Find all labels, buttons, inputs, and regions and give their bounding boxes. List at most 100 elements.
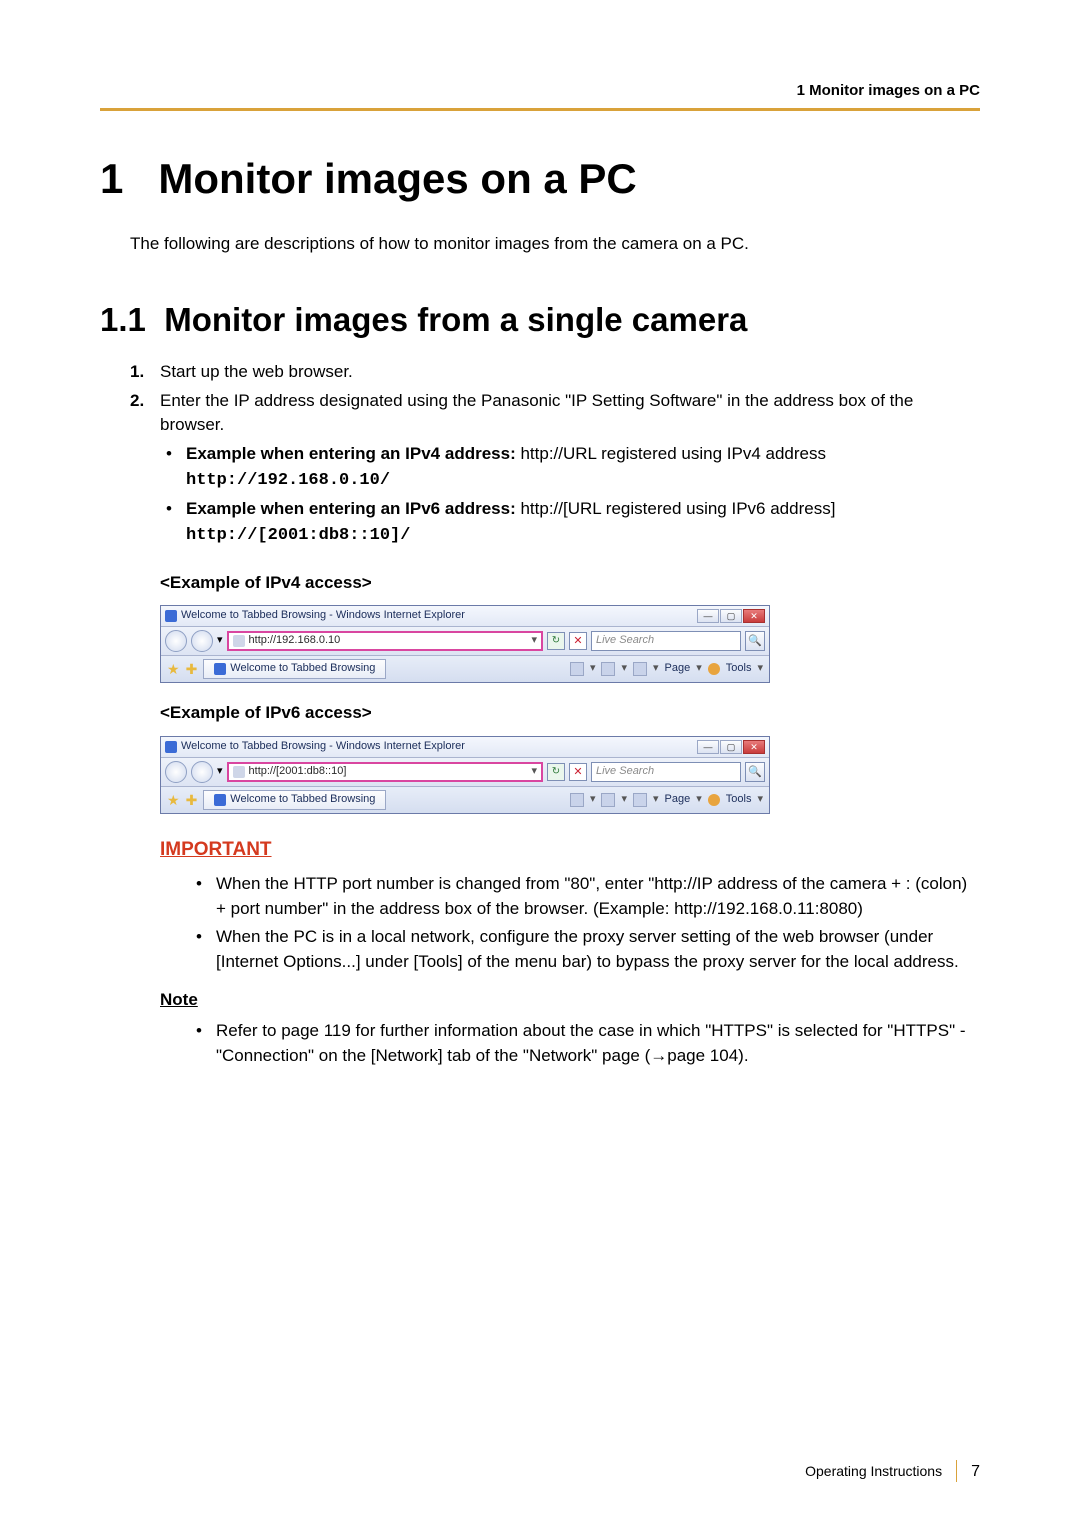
ipv6-example-heading: <Example of IPv6 access>	[160, 701, 980, 726]
close-button[interactable]: ✕	[743, 740, 765, 754]
ie-tab-row: ★ ✚ Welcome to Tabbed Browsing ▾ ▾ ▾ Pag…	[161, 656, 769, 682]
feeds-icon[interactable]	[601, 793, 615, 807]
minimize-button[interactable]: —	[697, 740, 719, 754]
footer-label: Operating Instructions	[805, 1461, 942, 1481]
page-menu[interactable]: Page	[665, 792, 691, 808]
ie-title: Welcome to Tabbed Browsing - Windows Int…	[165, 739, 465, 755]
home-icon[interactable]	[570, 793, 584, 807]
print-icon[interactable]	[633, 793, 647, 807]
header-rule	[100, 108, 980, 111]
feeds-icon[interactable]	[601, 662, 615, 676]
example-item: • Example when entering an IPv6 address:…	[160, 497, 980, 548]
ie-address-row: ▾ http://[2001:db8::10] ▾ ↻ ✕ Live Searc…	[161, 758, 769, 787]
favorites-star-icon[interactable]: ★	[167, 659, 180, 679]
address-dropdown-icon[interactable]: ▾	[531, 764, 537, 780]
intro-paragraph: The following are descriptions of how to…	[130, 232, 980, 257]
page-footer: Operating Instructions 7	[805, 1460, 980, 1483]
forward-button[interactable]	[191, 761, 213, 783]
dropdown-icon[interactable]: ▾	[653, 661, 659, 677]
address-input[interactable]: http://192.168.0.10 ▾	[227, 631, 543, 651]
back-button[interactable]	[165, 761, 187, 783]
note-item: •Refer to page 119 for further informati…	[190, 1019, 980, 1068]
step-text: Start up the web browser.	[160, 360, 980, 385]
refresh-button[interactable]: ↻	[547, 632, 565, 650]
chapter-text: Monitor images on a PC	[158, 155, 636, 202]
note-heading: Note	[160, 988, 980, 1013]
browser-tab[interactable]: Welcome to Tabbed Browsing	[203, 790, 386, 810]
step-number: 2.	[130, 389, 160, 553]
dropdown-icon[interactable]: ▾	[590, 792, 596, 808]
forward-button[interactable]	[191, 630, 213, 652]
search-button[interactable]: 🔍	[745, 631, 765, 651]
chapter-title: 1 Monitor images on a PC	[100, 149, 980, 210]
tab-ie-icon	[214, 794, 226, 806]
add-favorites-icon[interactable]: ✚	[186, 790, 198, 810]
important-text: When the PC is in a local network, confi…	[216, 925, 980, 974]
nav-dropdown[interactable]: ▾	[217, 764, 223, 780]
note-list: •Refer to page 119 for further informati…	[190, 1019, 980, 1068]
important-item: •When the HTTP port number is changed fr…	[190, 872, 980, 921]
ie-icon	[165, 610, 177, 622]
ie-screenshot-ipv6: Welcome to Tabbed Browsing - Windows Int…	[160, 736, 770, 814]
tools-menu[interactable]: Tools	[726, 792, 752, 808]
step-list: 1. Start up the web browser. 2. Enter th…	[130, 360, 980, 552]
ie-tab-row: ★ ✚ Welcome to Tabbed Browsing ▾ ▾ ▾ Pag…	[161, 787, 769, 813]
dropdown-icon[interactable]: ▾	[621, 792, 627, 808]
maximize-button[interactable]: ▢	[720, 740, 742, 754]
tab-label: Welcome to Tabbed Browsing	[230, 661, 375, 677]
ie-titlebar: Welcome to Tabbed Browsing - Windows Int…	[161, 737, 769, 758]
page-menu[interactable]: Page	[665, 661, 691, 677]
running-header: 1 Monitor images on a PC	[100, 80, 980, 108]
dropdown-icon[interactable]: ▾	[653, 792, 659, 808]
section-title: 1.1 Monitor images from a single camera	[100, 296, 980, 344]
note-text: Refer to page 119 for further informatio…	[216, 1019, 980, 1068]
ie-screenshot-ipv4: Welcome to Tabbed Browsing - Windows Int…	[160, 605, 770, 683]
example-code: http://[2001:db8::10]/	[186, 526, 410, 545]
ie-toolbar: ▾ ▾ ▾ Page▾ Tools▾	[570, 661, 763, 677]
section-text: Monitor images from a single camera	[164, 301, 747, 338]
favorites-star-icon[interactable]: ★	[167, 790, 180, 810]
tools-menu[interactable]: Tools	[726, 661, 752, 677]
step-text: Enter the IP address designated using th…	[160, 389, 980, 553]
tab-ie-icon	[214, 663, 226, 675]
ie-address-row: ▾ http://192.168.0.10 ▾ ↻ ✕ Live Search …	[161, 627, 769, 656]
back-button[interactable]	[165, 630, 187, 652]
print-icon[interactable]	[633, 662, 647, 676]
window-controls: — ▢ ✕	[697, 740, 765, 754]
address-dropdown-icon[interactable]: ▾	[531, 633, 537, 649]
home-icon[interactable]	[570, 662, 584, 676]
important-list: •When the HTTP port number is changed fr…	[190, 872, 980, 975]
search-input[interactable]: Live Search	[591, 762, 741, 782]
stop-button[interactable]: ✕	[569, 632, 587, 650]
browser-tab[interactable]: Welcome to Tabbed Browsing	[203, 659, 386, 679]
minimize-button[interactable]: —	[697, 609, 719, 623]
maximize-button[interactable]: ▢	[720, 609, 742, 623]
bullet-dot: •	[160, 497, 186, 548]
refresh-button[interactable]: ↻	[547, 763, 565, 781]
stop-button[interactable]: ✕	[569, 763, 587, 781]
ie-titlebar: Welcome to Tabbed Browsing - Windows Int…	[161, 606, 769, 627]
example-body: Example when entering an IPv4 address: h…	[186, 442, 826, 493]
ipv4-example-heading: <Example of IPv4 access>	[160, 571, 980, 596]
example-code: http://192.168.0.10/	[186, 471, 390, 490]
example-lead: Example when entering an IPv6 address:	[186, 499, 516, 518]
address-input[interactable]: http://[2001:db8::10] ▾	[227, 762, 543, 782]
page-icon	[233, 635, 245, 647]
dropdown-icon[interactable]: ▾	[621, 661, 627, 677]
example-item: • Example when entering an IPv4 address:…	[160, 442, 980, 493]
example-rest: http://[URL registered using IPv6 addres…	[516, 499, 836, 518]
important-text: When the HTTP port number is changed fro…	[216, 872, 980, 921]
chapter-number: 1	[100, 155, 123, 202]
dropdown-icon[interactable]: ▾	[590, 661, 596, 677]
footer-divider	[956, 1460, 957, 1482]
search-input[interactable]: Live Search	[591, 631, 741, 651]
nav-dropdown[interactable]: ▾	[217, 633, 223, 649]
add-favorites-icon[interactable]: ✚	[186, 659, 198, 679]
close-button[interactable]: ✕	[743, 609, 765, 623]
ie-title: Welcome to Tabbed Browsing - Windows Int…	[165, 608, 465, 624]
address-text: http://192.168.0.10	[249, 633, 341, 649]
search-button[interactable]: 🔍	[745, 762, 765, 782]
example-bullets: • Example when entering an IPv4 address:…	[160, 442, 980, 549]
tools-icon	[708, 794, 720, 806]
ie-title-text: Welcome to Tabbed Browsing - Windows Int…	[181, 739, 465, 755]
